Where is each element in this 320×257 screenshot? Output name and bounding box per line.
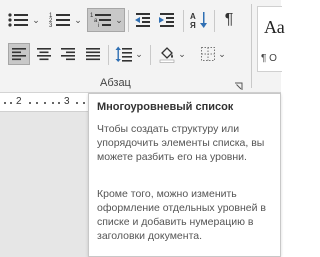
chevron-down-icon[interactable]: ⌄ bbox=[178, 49, 186, 59]
dialog-launcher-button[interactable] bbox=[234, 78, 243, 90]
divider bbox=[128, 10, 129, 32]
tooltip-title: Многоуровневый список bbox=[97, 101, 234, 113]
line-spacing-icon bbox=[115, 46, 133, 62]
multilevel-list-icon: 1 a i bbox=[90, 13, 112, 29]
ruler-tick bbox=[52, 102, 54, 104]
svg-text:3: 3 bbox=[49, 23, 53, 29]
chevron-down-icon[interactable]: ⌄ bbox=[32, 15, 40, 25]
pilcrow-icon: ¶ bbox=[224, 11, 234, 28]
align-right-icon bbox=[61, 48, 75, 61]
ribbon-paragraph-group: ⌄ 1 2 3 ⌄ 1 a i ⌄ A Я ¶ ⌄ ⌄ ⌄ Абзац Аа ¶… bbox=[0, 0, 285, 93]
ruler-tick bbox=[83, 102, 85, 104]
ruler-tick bbox=[44, 102, 46, 104]
decrease-indent-button[interactable] bbox=[132, 8, 154, 32]
sort-icon: A Я bbox=[190, 12, 207, 30]
increase-indent-icon bbox=[159, 13, 174, 27]
ruler-tick bbox=[58, 102, 60, 104]
ruler-mark: 2 bbox=[16, 96, 22, 107]
align-right-button[interactable] bbox=[57, 43, 79, 65]
borders-button[interactable]: ⌄ bbox=[196, 43, 230, 65]
svg-text:A: A bbox=[190, 12, 196, 21]
styles-gallery[interactable]: Аа ¶ О bbox=[257, 6, 285, 72]
dialog-launcher-icon bbox=[235, 82, 243, 90]
justify-icon bbox=[86, 48, 100, 61]
align-center-icon bbox=[37, 48, 51, 61]
divider bbox=[251, 4, 252, 88]
ruler-tick bbox=[36, 102, 38, 104]
numbering-button[interactable]: 1 2 3 ⌄ bbox=[46, 8, 84, 32]
tooltip-description: Кроме того, можно изменить оформление от… bbox=[97, 188, 266, 242]
ruler-mark: 3 bbox=[64, 96, 70, 107]
shading-icon bbox=[159, 47, 175, 63]
sort-button[interactable]: A Я bbox=[188, 8, 210, 32]
ruler-tick bbox=[29, 102, 31, 104]
justify-button[interactable] bbox=[82, 43, 104, 65]
group-label: Абзац bbox=[100, 77, 131, 89]
ruler-tick bbox=[4, 102, 6, 104]
bullets-button[interactable]: ⌄ bbox=[4, 8, 42, 32]
align-left-button[interactable] bbox=[8, 43, 30, 65]
divider bbox=[214, 10, 215, 32]
shading-button[interactable]: ⌄ bbox=[155, 43, 189, 65]
chevron-down-icon[interactable]: ⌄ bbox=[135, 49, 143, 59]
style-name: ¶ О bbox=[261, 53, 277, 64]
numbered-list-icon: 1 2 3 bbox=[49, 13, 71, 29]
decrease-indent-icon bbox=[135, 13, 150, 27]
divider bbox=[183, 10, 184, 32]
show-marks-button[interactable]: ¶ bbox=[218, 8, 240, 32]
ruler-tick bbox=[10, 102, 12, 104]
chevron-down-icon[interactable]: ⌄ bbox=[74, 15, 82, 25]
multilevel-list-button[interactable]: 1 a i ⌄ bbox=[87, 8, 125, 32]
ruler-tick bbox=[76, 102, 78, 104]
svg-text:Я: Я bbox=[190, 21, 196, 30]
tooltip: Многоуровневый список Чтобы создать стру… bbox=[88, 93, 281, 257]
center-button[interactable] bbox=[33, 43, 55, 65]
bullets-list-icon bbox=[8, 13, 29, 27]
style-sample: Аа bbox=[264, 17, 285, 37]
borders-icon bbox=[201, 47, 216, 61]
divider bbox=[150, 45, 151, 65]
horizontal-ruler[interactable]: 2 3 bbox=[0, 93, 94, 112]
align-left-icon bbox=[12, 48, 26, 61]
tooltip-description: Чтобы создать структуру или упорядочить … bbox=[97, 123, 265, 163]
divider bbox=[108, 45, 109, 65]
svg-text:i: i bbox=[98, 23, 99, 29]
increase-indent-button[interactable] bbox=[156, 8, 178, 32]
line-spacing-button[interactable]: ⌄ bbox=[112, 43, 146, 65]
chevron-down-icon[interactable]: ⌄ bbox=[218, 49, 226, 59]
chevron-down-icon[interactable]: ⌄ bbox=[115, 15, 123, 25]
